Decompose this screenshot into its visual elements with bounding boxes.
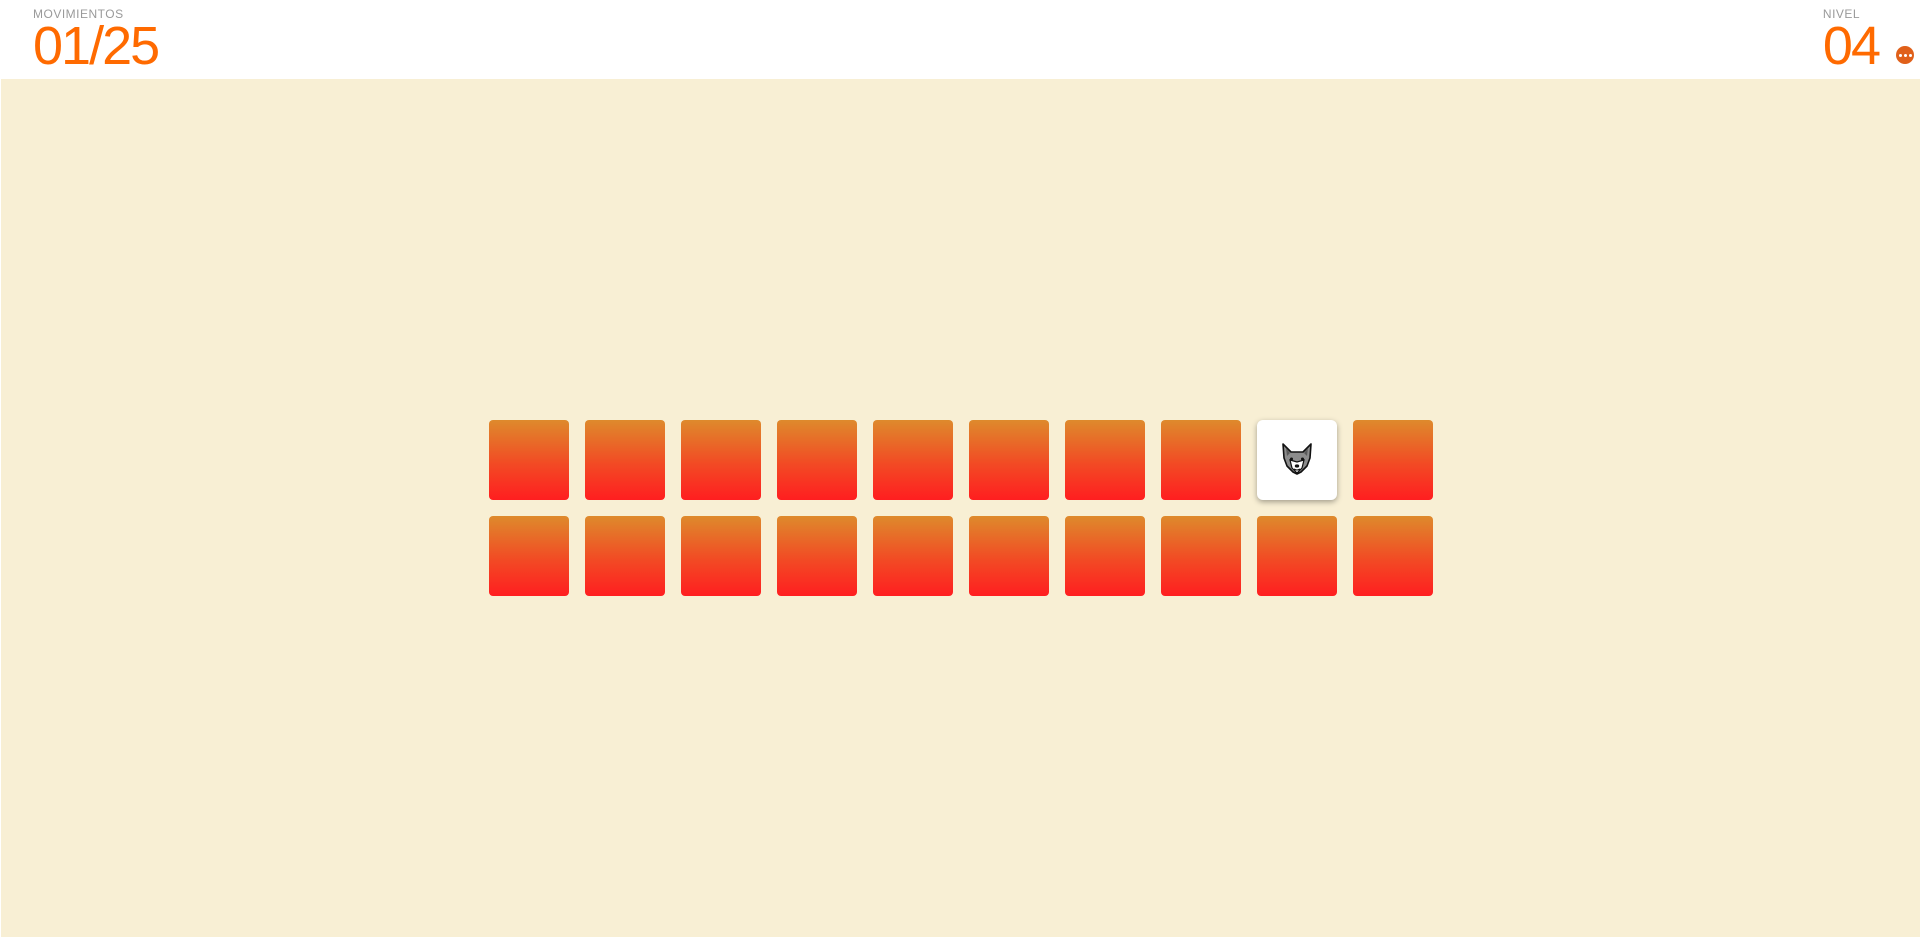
memory-card[interactable]: [969, 516, 1049, 596]
memory-card[interactable]: [585, 516, 665, 596]
memory-card[interactable]: [489, 420, 569, 500]
wolf-icon: [1277, 440, 1317, 480]
moves-counter: MOVIMIENTOS 01/25: [33, 7, 160, 76]
game-board: [1, 79, 1920, 937]
memory-card[interactable]: [777, 516, 857, 596]
top-bar: MOVIMIENTOS 01/25 NIVEL 04: [0, 0, 1921, 79]
memory-card[interactable]: [1353, 420, 1433, 500]
memory-card[interactable]: [777, 420, 857, 500]
moves-value: 01/25: [33, 16, 160, 76]
memory-card[interactable]: [1257, 516, 1337, 596]
memory-card[interactable]: [585, 420, 665, 500]
card-grid: [489, 420, 1433, 596]
memory-card[interactable]: [873, 420, 953, 500]
memory-card[interactable]: [1353, 516, 1433, 596]
memory-card[interactable]: [1065, 516, 1145, 596]
memory-card-revealed[interactable]: [1257, 420, 1337, 500]
memory-card[interactable]: [1161, 516, 1241, 596]
memory-card[interactable]: [873, 516, 953, 596]
menu-button[interactable]: [1896, 46, 1914, 64]
memory-card[interactable]: [681, 420, 761, 500]
memory-card[interactable]: [1065, 420, 1145, 500]
memory-card[interactable]: [1161, 420, 1241, 500]
memory-card[interactable]: [969, 420, 1049, 500]
memory-card[interactable]: [681, 516, 761, 596]
memory-card[interactable]: [489, 516, 569, 596]
level-value: 04: [1822, 16, 1881, 76]
more-dots-icon: [1898, 53, 1912, 57]
level-indicator: NIVEL 04: [1822, 7, 1881, 76]
